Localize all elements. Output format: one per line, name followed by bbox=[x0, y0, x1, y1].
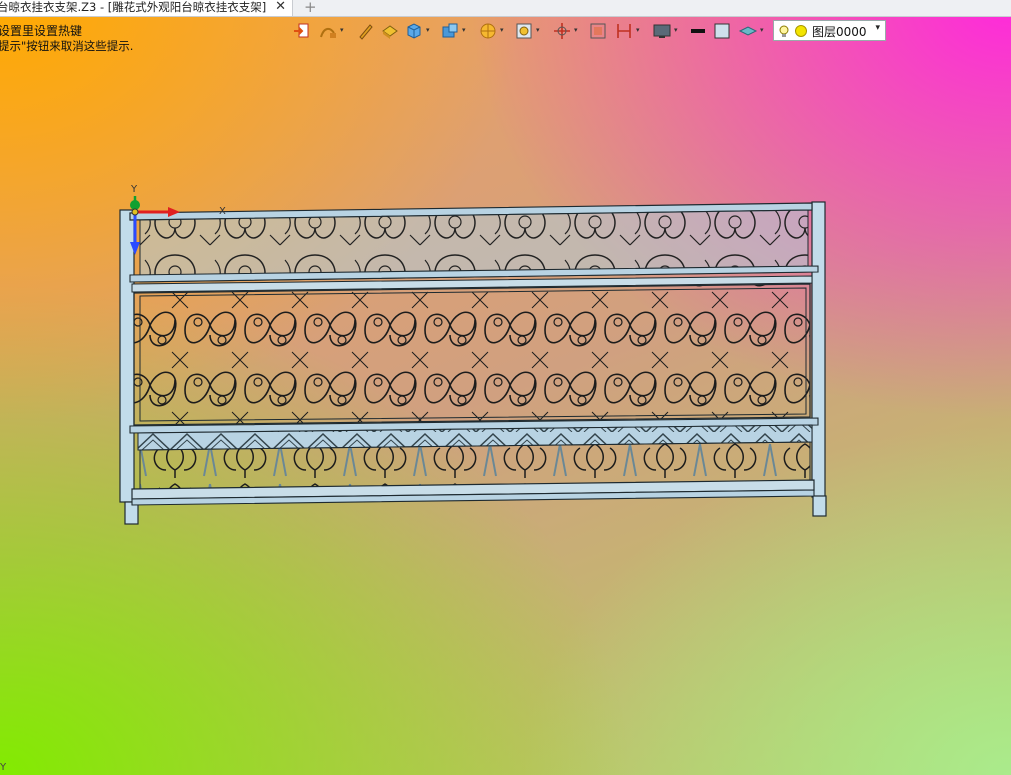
shell-dropdown-icon[interactable]: ▾ bbox=[462, 26, 469, 34]
color-swatch-icon[interactable] bbox=[712, 21, 732, 41]
close-tab-icon[interactable]: ✕ bbox=[275, 0, 286, 14]
left-post bbox=[119, 209, 135, 503]
hint-line-1: 设置里设置热键 bbox=[0, 24, 83, 38]
layer-select-value: 图层0000 bbox=[812, 25, 867, 39]
view-toolbar: ▾ ▾ ▾ ▾ ▾ ▾ ▾ ▾ ▾ bbox=[292, 20, 772, 42]
document-tab-title: 台晾衣挂衣支架.Z3 - [雕花式外观阳台晾衣挂衣支架] bbox=[0, 0, 267, 14]
center-ornament-panel bbox=[133, 283, 811, 426]
transform-icon[interactable] bbox=[552, 21, 572, 41]
pen-icon[interactable] bbox=[356, 21, 376, 41]
box-icon[interactable] bbox=[404, 21, 424, 41]
layer-color-icon bbox=[795, 25, 807, 37]
import-icon[interactable] bbox=[292, 21, 312, 41]
section-dropdown-icon[interactable]: ▾ bbox=[636, 26, 643, 34]
axis-y-label: Y bbox=[130, 184, 138, 195]
layer-stack-dropdown-icon[interactable]: ▾ bbox=[760, 26, 767, 34]
view-dropdown-icon[interactable]: ▾ bbox=[536, 26, 543, 34]
view-icon[interactable] bbox=[514, 21, 534, 41]
sketch-icon[interactable] bbox=[318, 21, 338, 41]
corner-axis-label: Y bbox=[0, 762, 7, 773]
section-icon[interactable] bbox=[614, 21, 634, 41]
railing-model[interactable]: Y X bbox=[0, 0, 1011, 775]
document-tab-bar: 台晾衣挂衣支架.Z3 - [雕花式外观阳台晾衣挂衣支架] ✕ + bbox=[0, 0, 1011, 17]
new-tab-icon[interactable]: + bbox=[304, 0, 317, 16]
right-post bbox=[811, 201, 826, 498]
line-style-icon[interactable] bbox=[688, 21, 708, 41]
chevron-down-icon[interactable]: ▾ bbox=[875, 23, 880, 33]
display-dropdown-icon[interactable]: ▾ bbox=[674, 26, 681, 34]
right-post-foot bbox=[812, 495, 827, 517]
render-dropdown-icon[interactable]: ▾ bbox=[500, 26, 507, 34]
document-tab[interactable]: 台晾衣挂衣支架.Z3 - [雕花式外观阳台晾衣挂衣支架] ✕ bbox=[0, 0, 293, 16]
layer-select[interactable]: 图层0000 ▾ bbox=[773, 20, 886, 41]
frame-icon[interactable] bbox=[588, 21, 608, 41]
sketch-dropdown-icon[interactable]: ▾ bbox=[340, 26, 347, 34]
shell-icon[interactable] bbox=[440, 21, 460, 41]
display-icon[interactable] bbox=[652, 21, 672, 41]
box-dropdown-icon[interactable]: ▾ bbox=[426, 26, 433, 34]
bulb-icon[interactable] bbox=[778, 24, 790, 43]
render-icon[interactable] bbox=[478, 21, 498, 41]
solid-shape-icon[interactable] bbox=[380, 21, 400, 41]
transform-dropdown-icon[interactable]: ▾ bbox=[574, 26, 581, 34]
hint-line-2: 提示"按钮来取消这些提示. bbox=[0, 39, 134, 53]
layer-stack-icon[interactable] bbox=[738, 21, 758, 41]
axis-x-label: X bbox=[219, 206, 226, 217]
